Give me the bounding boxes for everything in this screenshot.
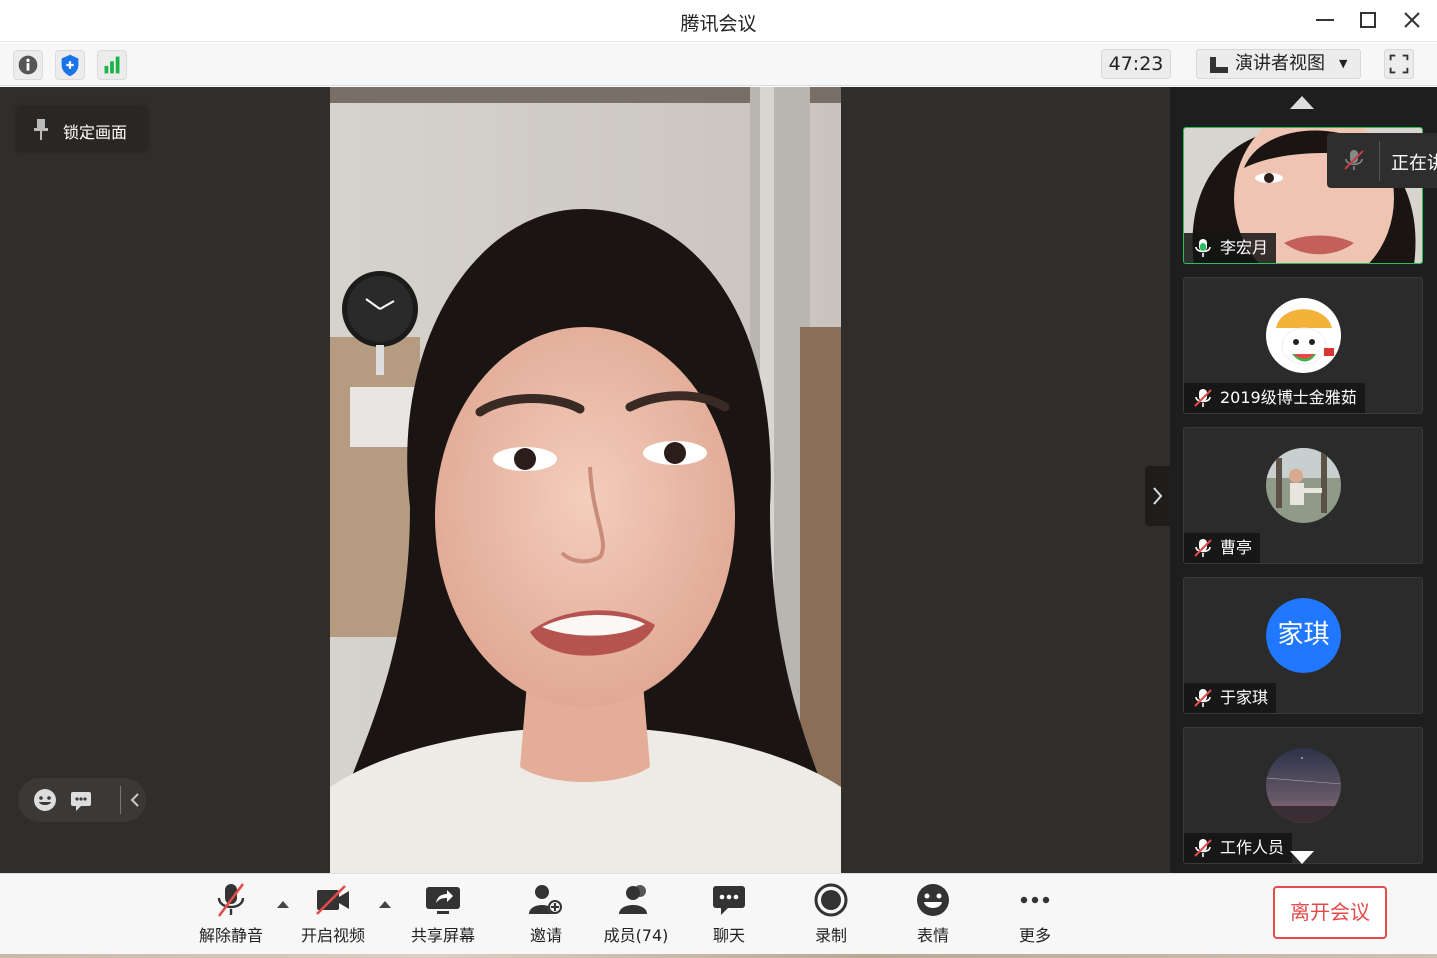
microphone-muted-icon bbox=[1194, 389, 1212, 407]
more-button[interactable]: 更多 bbox=[990, 882, 1080, 952]
meeting-toolbar: 47:23 演讲者视图 ▼ bbox=[0, 43, 1437, 86]
smile-icon bbox=[917, 884, 949, 916]
members-icon bbox=[619, 885, 647, 914]
microphone-muted-icon bbox=[1194, 539, 1212, 557]
microphone-muted-icon bbox=[1194, 839, 1212, 857]
title-bar: 腾讯会议 bbox=[0, 0, 1437, 42]
participant-name-bar: 工作人员 bbox=[1184, 833, 1293, 863]
participant-name-bar: 曹亭 bbox=[1184, 533, 1261, 563]
invite-label: 邀请 bbox=[529, 926, 562, 945]
caret-up-icon[interactable] bbox=[377, 898, 393, 910]
main-speaker-video bbox=[330, 87, 841, 873]
avatar: 家琪 bbox=[1266, 598, 1341, 673]
chevron-down-icon: ▼ bbox=[1339, 57, 1348, 70]
participant-tile[interactable]: 曹亭 bbox=[1183, 427, 1423, 564]
chevron-right-icon bbox=[1153, 487, 1163, 505]
close-icon[interactable] bbox=[1397, 6, 1427, 34]
unmute-label: 解除静音 bbox=[198, 926, 263, 945]
speaking-text: 正在讲 bbox=[1391, 153, 1437, 174]
more-label: 更多 bbox=[1018, 926, 1051, 945]
participant-name: 工作人员 bbox=[1220, 838, 1285, 857]
security-shield-icon[interactable] bbox=[55, 50, 85, 80]
record-icon bbox=[814, 883, 848, 917]
participant-name: 曹亭 bbox=[1220, 538, 1253, 557]
maximize-icon[interactable] bbox=[1353, 6, 1383, 34]
invite-button[interactable]: 邀请 bbox=[501, 882, 591, 952]
participant-name: 2019级博士金雅茹 bbox=[1220, 388, 1357, 407]
chat-icon bbox=[713, 886, 745, 915]
fullscreen-icon[interactable] bbox=[1384, 49, 1414, 79]
lock-view-label: 锁定画面 bbox=[63, 123, 128, 142]
chat-button[interactable]: 聊天 bbox=[684, 882, 774, 952]
view-mode-label: 演讲者视图 bbox=[1235, 53, 1325, 74]
participant-tile[interactable]: 家琪 于家琪 bbox=[1183, 577, 1423, 714]
bottom-edge bbox=[0, 954, 1437, 958]
microphone-muted-icon bbox=[217, 883, 245, 917]
microphone-muted-icon bbox=[1344, 150, 1364, 170]
participant-tile[interactable]: 2019级博士金雅茹 bbox=[1183, 277, 1423, 414]
share-screen-icon bbox=[426, 887, 460, 914]
lock-view-button[interactable]: 锁定画面 bbox=[17, 107, 147, 151]
pin-icon bbox=[34, 119, 48, 140]
divider bbox=[120, 786, 121, 814]
members-label: 成员(74) bbox=[603, 926, 669, 945]
unmute-button[interactable]: 解除静音 bbox=[186, 882, 276, 952]
chat-label: 聊天 bbox=[712, 926, 745, 945]
reaction-pill bbox=[18, 778, 146, 822]
divider bbox=[1379, 141, 1380, 181]
info-icon[interactable] bbox=[13, 50, 43, 80]
participant-tile[interactable]: 工作人员 bbox=[1183, 727, 1423, 864]
window-title: 腾讯会议 bbox=[680, 13, 757, 35]
microphone-active-icon bbox=[1195, 239, 1211, 257]
emoji-icon[interactable] bbox=[32, 787, 58, 813]
avatar bbox=[1266, 748, 1341, 823]
minimize-icon[interactable] bbox=[1310, 6, 1340, 34]
emoji-button[interactable]: 表情 bbox=[888, 882, 978, 952]
share-screen-button[interactable]: 共享屏幕 bbox=[398, 882, 488, 952]
more-dots-icon bbox=[1020, 896, 1050, 904]
participants-panel: 李宏月 2019级博士金雅茹 曹亭 家琪 于家琪 工作人员 bbox=[1170, 87, 1437, 873]
participant-name-bar: 李宏月 bbox=[1184, 233, 1277, 263]
speaker-view-icon bbox=[1210, 57, 1228, 73]
members-button[interactable]: 成员(74) bbox=[591, 882, 681, 952]
scroll-up-icon[interactable] bbox=[1288, 93, 1316, 111]
add-user-icon bbox=[529, 885, 562, 914]
share-screen-label: 共享屏幕 bbox=[410, 926, 475, 945]
chat-bubble-icon[interactable] bbox=[68, 787, 94, 813]
chevron-left-icon[interactable] bbox=[127, 787, 143, 813]
camera-off-icon bbox=[316, 885, 349, 915]
record-label: 录制 bbox=[814, 926, 847, 945]
toggle-panel-button[interactable] bbox=[1145, 466, 1170, 526]
view-mode-select[interactable]: 演讲者视图 ▼ bbox=[1196, 49, 1361, 79]
start-video-button[interactable]: 开启视频 bbox=[288, 882, 378, 952]
avatar bbox=[1266, 298, 1341, 373]
microphone-muted-icon bbox=[1194, 689, 1212, 707]
emoji-label: 表情 bbox=[916, 926, 949, 945]
control-bar: 解除静音 开启视频 共享屏幕 邀请 成员(74) 聊天 录制 表情 更多 离开会… bbox=[0, 873, 1437, 958]
signal-strength-icon[interactable] bbox=[97, 50, 127, 80]
participant-name-bar: 2019级博士金雅茹 bbox=[1184, 383, 1365, 413]
scroll-down-icon[interactable] bbox=[1288, 849, 1316, 867]
record-button[interactable]: 录制 bbox=[786, 882, 876, 952]
speaking-indicator: 正在讲 bbox=[1327, 133, 1437, 188]
video-stage: 锁定画面 bbox=[0, 87, 1170, 873]
start-video-label: 开启视频 bbox=[300, 926, 365, 945]
avatar-initials: 家琪 bbox=[1266, 598, 1341, 673]
meeting-timer: 47:23 bbox=[1101, 49, 1171, 79]
avatar bbox=[1266, 448, 1341, 523]
leave-meeting-button[interactable]: 离开会议 bbox=[1273, 886, 1387, 939]
participant-name: 李宏月 bbox=[1220, 238, 1269, 257]
participant-name-bar: 于家琪 bbox=[1184, 683, 1277, 713]
participant-name: 于家琪 bbox=[1220, 688, 1269, 707]
